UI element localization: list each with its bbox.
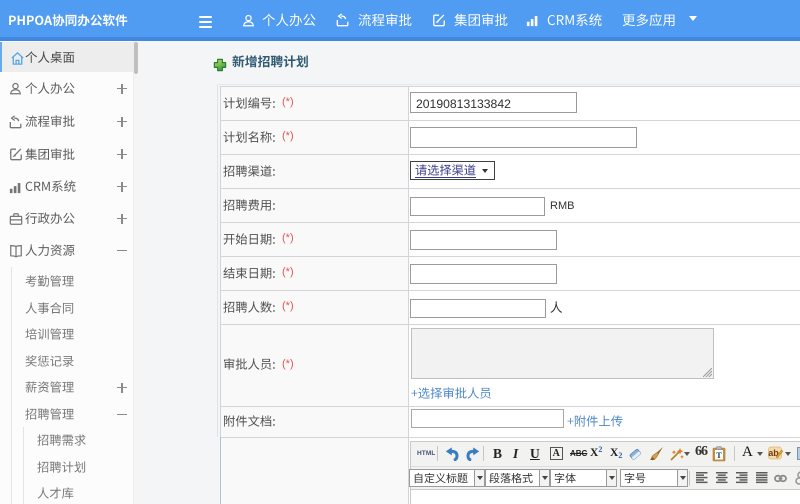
svg-text:T: T: [716, 450, 722, 460]
